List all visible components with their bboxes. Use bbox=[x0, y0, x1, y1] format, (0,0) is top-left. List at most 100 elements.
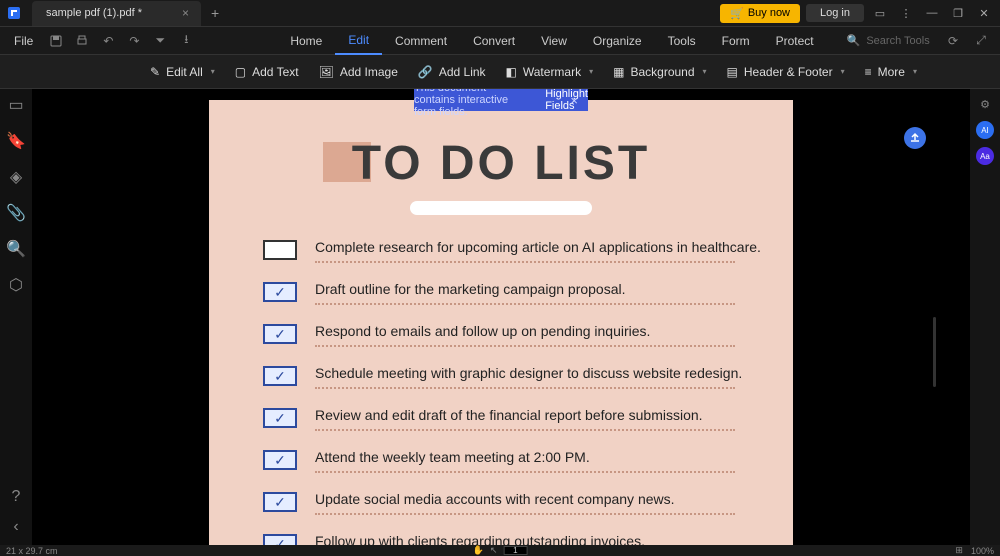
aa-badge-icon[interactable]: Aa bbox=[976, 147, 994, 165]
menu-organize[interactable]: Organize bbox=[580, 27, 655, 55]
dotted-rule bbox=[315, 259, 735, 263]
sync-icon[interactable]: ⟳ bbox=[942, 30, 964, 52]
checkbox[interactable]: ✓ bbox=[263, 450, 297, 470]
collapse-left-icon[interactable]: ‹ bbox=[8, 519, 24, 535]
help-icon[interactable]: ? bbox=[8, 489, 24, 505]
window-maximize-icon[interactable]: ▭ bbox=[870, 3, 890, 23]
pencil-icon: ✎ bbox=[150, 65, 160, 79]
fit-view-icon[interactable]: ⊞ bbox=[955, 545, 963, 556]
settings-sliders-icon[interactable]: ⚙ bbox=[976, 95, 994, 113]
banner-message: This document contains interactive form … bbox=[414, 89, 525, 118]
checkbox[interactable]: ✓ bbox=[263, 408, 297, 428]
save-icon[interactable] bbox=[45, 30, 67, 52]
form-fields-banner: This document contains interactive form … bbox=[414, 89, 588, 111]
todo-item: ✓Attend the weekly team meeting at 2:00 … bbox=[263, 449, 769, 473]
chevron-down-icon: ▾ bbox=[211, 67, 215, 76]
menu-comment[interactable]: Comment bbox=[382, 27, 460, 55]
todo-text: Follow up with clients regarding outstan… bbox=[315, 533, 769, 545]
file-menu[interactable]: File bbox=[0, 34, 47, 48]
window-close-icon[interactable]: ✕ bbox=[974, 3, 994, 23]
add-text-tool[interactable]: ▢ Add Text bbox=[235, 65, 299, 79]
kebab-menu-icon[interactable]: ⋮ bbox=[896, 3, 916, 23]
banner-close-icon[interactable]: × bbox=[570, 93, 578, 108]
checkbox[interactable]: ✓ bbox=[263, 534, 297, 545]
image-icon: 🖼 bbox=[319, 65, 334, 79]
search-panel-icon[interactable]: 🔍 bbox=[8, 241, 24, 257]
checkbox[interactable]: ✓ bbox=[263, 492, 297, 512]
edit-all-label: Edit All bbox=[166, 65, 203, 79]
add-image-tool[interactable]: 🖼 Add Image bbox=[319, 65, 398, 79]
tab-close-icon[interactable]: × bbox=[182, 6, 189, 20]
menubar: File ↶ ↷ ⏷ ⭳ HomeEditCommentConvertViewO… bbox=[0, 27, 1000, 55]
layers-icon[interactable]: ◈ bbox=[8, 169, 24, 185]
check-icon: ✓ bbox=[274, 536, 286, 546]
thumbnails-icon[interactable]: ▭ bbox=[8, 97, 24, 113]
checkbox[interactable]: ✓ bbox=[263, 282, 297, 302]
zoom-label: 100% bbox=[971, 546, 994, 556]
undo-icon[interactable]: ↶ bbox=[97, 30, 119, 52]
todo-item: ✓Update social media accounts with recen… bbox=[263, 491, 769, 515]
header-footer-tool[interactable]: ▤ Header & Footer ▾ bbox=[727, 65, 845, 79]
pdf-page: TO DO LIST Complete research for upcomin… bbox=[209, 100, 793, 545]
background-tool[interactable]: ▦ Background ▾ bbox=[613, 65, 706, 79]
menu-protect[interactable]: Protect bbox=[763, 27, 827, 55]
menu-view[interactable]: View bbox=[528, 27, 580, 55]
document-tab[interactable]: sample pdf (1).pdf * × bbox=[32, 1, 201, 26]
cart-icon: 🛒 bbox=[730, 7, 744, 20]
checkbox[interactable] bbox=[263, 240, 297, 260]
check-icon: ✓ bbox=[274, 368, 286, 385]
cursor-tool-icon[interactable]: ↖ bbox=[490, 545, 498, 556]
expand-icon[interactable]: ⤢ bbox=[970, 30, 992, 52]
cube-icon[interactable]: ⬡ bbox=[8, 277, 24, 293]
page-number-input[interactable] bbox=[503, 546, 527, 555]
check-icon: ✓ bbox=[274, 494, 286, 511]
menu-edit[interactable]: Edit bbox=[335, 27, 382, 55]
buy-now-button[interactable]: 🛒 Buy now bbox=[720, 4, 800, 23]
watermark-tool[interactable]: ◧ Watermark ▾ bbox=[506, 65, 594, 79]
search-tools[interactable]: 🔍 Search Tools bbox=[847, 34, 930, 47]
title-underline bbox=[410, 201, 592, 215]
todo-item: ✓ Follow up with clients regarding outsta… bbox=[263, 533, 769, 545]
dropdown-icon[interactable]: ⏷ bbox=[149, 30, 171, 52]
window-minimize-icon[interactable]: — bbox=[922, 3, 942, 23]
menu-home[interactable]: Home bbox=[277, 27, 335, 55]
dotted-rule bbox=[315, 385, 735, 389]
new-tab-button[interactable]: + bbox=[211, 5, 219, 21]
add-image-label: Add Image bbox=[340, 65, 398, 79]
ai-badge-icon[interactable]: AI bbox=[976, 121, 994, 139]
statusbar: 21 x 29.7 cm ✋ ↖ ⊞ 100% bbox=[0, 545, 1000, 556]
header-footer-icon: ▤ bbox=[727, 65, 738, 79]
todo-item: ✓Review and edit draft of the financial … bbox=[263, 407, 769, 431]
right-sidebar: ⚙ AI Aa bbox=[970, 89, 1000, 545]
chevron-down-icon: ▾ bbox=[703, 67, 707, 76]
menu-form[interactable]: Form bbox=[709, 27, 763, 55]
add-text-label: Add Text bbox=[252, 65, 298, 79]
more-tool[interactable]: ≡ More ▾ bbox=[865, 65, 917, 79]
login-button[interactable]: Log in bbox=[806, 4, 864, 22]
add-link-label: Add Link bbox=[439, 65, 486, 79]
more-label: More bbox=[878, 65, 905, 79]
menu-tools[interactable]: Tools bbox=[655, 27, 709, 55]
login-label: Log in bbox=[820, 7, 850, 19]
edit-all-tool[interactable]: ✎ Edit All ▾ bbox=[150, 65, 215, 79]
todo-list: Complete research for upcoming article o… bbox=[263, 239, 769, 545]
attachments-icon[interactable]: 📎 bbox=[8, 205, 24, 221]
canvas[interactable]: This document contains interactive form … bbox=[32, 89, 970, 545]
checkbox[interactable]: ✓ bbox=[263, 366, 297, 386]
window-restore-icon[interactable]: ❐ bbox=[948, 3, 968, 23]
dotted-rule bbox=[315, 301, 735, 305]
edit-toolbar: ✎ Edit All ▾ ▢ Add Text 🖼 Add Image 🔗 Ad… bbox=[0, 55, 1000, 89]
redo-icon[interactable]: ↷ bbox=[123, 30, 145, 52]
download-icon[interactable]: ⭳ bbox=[175, 30, 197, 52]
dotted-rule bbox=[315, 469, 735, 473]
tab-title: sample pdf (1).pdf * bbox=[46, 7, 142, 19]
print-icon[interactable] bbox=[71, 30, 93, 52]
checkbox[interactable]: ✓ bbox=[263, 324, 297, 344]
scrollbar[interactable] bbox=[933, 317, 936, 387]
highlight-fields-link[interactable]: Highlight Fields bbox=[545, 89, 588, 112]
bookmarks-icon[interactable]: 🔖 bbox=[8, 133, 24, 149]
menu-convert[interactable]: Convert bbox=[460, 27, 528, 55]
add-link-tool[interactable]: 🔗 Add Link bbox=[418, 65, 486, 79]
share-button[interactable] bbox=[904, 127, 926, 149]
hand-tool-icon[interactable]: ✋ bbox=[473, 545, 484, 556]
